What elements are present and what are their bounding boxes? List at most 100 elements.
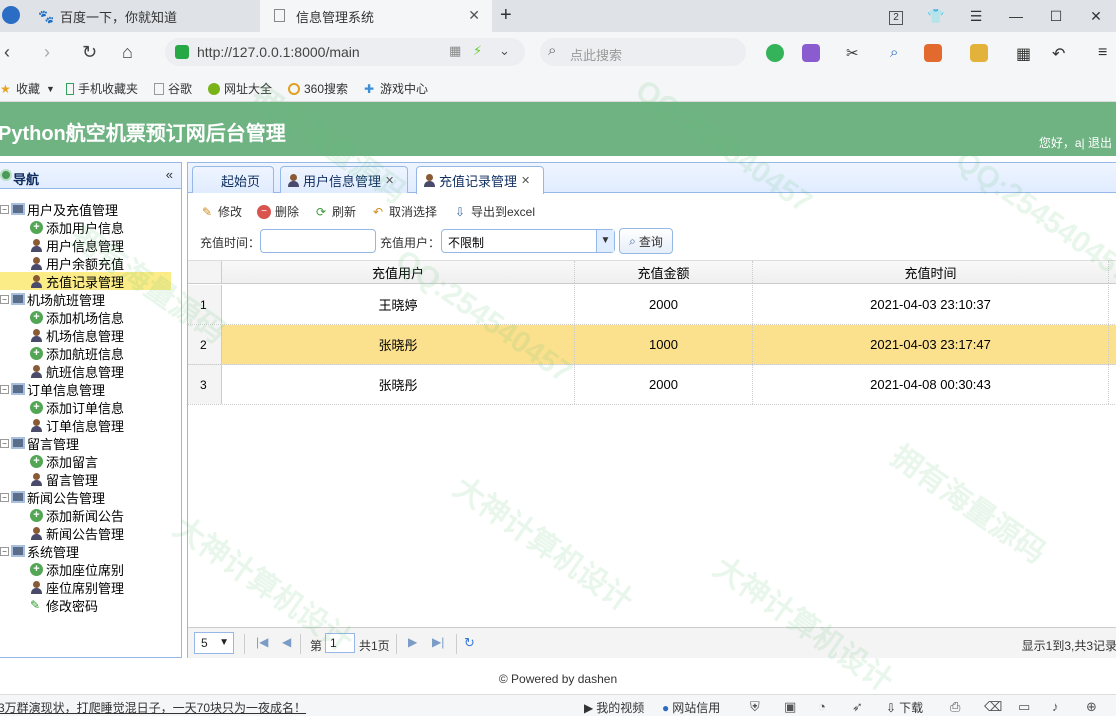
chevron-down-icon[interactable]: ⌄ [499,43,510,59]
nav-group[interactable]: − 系统管理 [0,542,79,560]
search-box[interactable]: ⌕ 点此搜索 [540,38,746,66]
collapse-icon[interactable]: − [0,384,9,394]
nav-item[interactable]: 用户信息管理 [30,236,124,254]
nav-item[interactable]: 座位席别管理 [30,578,124,596]
maximize-button[interactable]: ☐ [1036,8,1076,25]
zoom-icon[interactable]: ⊕ [1086,699,1097,715]
bookmark-games[interactable]: ✚ 游戏中心 [364,80,428,97]
shield-extension-icon[interactable] [970,44,988,62]
site-credit-link[interactable]: ● 网站信用 [662,699,720,716]
undo-icon[interactable]: ↶ [1052,44,1070,63]
news-link[interactable]: 3万群演现状，打爬睡觉混日子，一天70块只为一夜成名！ [0,699,306,716]
tab-user-info[interactable]: 用户信息管理 ✕ [280,166,408,193]
chevron-down-icon[interactable]: ▼ [596,230,614,252]
last-page-icon[interactable]: ▶| [432,635,444,649]
nav-item[interactable]: ✎ 修改密码 [30,596,98,614]
shield-icon[interactable]: ⛨ [750,699,760,715]
nav-item[interactable]: + 添加用户信息 [30,218,124,236]
nav-item[interactable]: 充值记录管理 [0,272,171,290]
menu-lines-icon[interactable]: ☰ [956,8,996,25]
shirt-icon[interactable]: 👕 [916,8,956,25]
lightning-icon[interactable]: ⚡ [473,43,482,59]
close-icon[interactable]: ✕ [385,174,394,187]
download-link[interactable]: ⇩ 下载 [886,699,923,716]
bookmark-hao123[interactable]: 网址大全 [208,80,272,97]
prev-page-icon[interactable]: ◀ [282,635,291,649]
new-tab-button[interactable]: + [500,4,512,27]
next-page-icon[interactable]: ▶ [408,635,417,649]
collapse-icon[interactable]: − [0,294,9,304]
reload-button[interactable]: ↻ [82,42,97,63]
forward-button[interactable]: › [44,42,50,63]
printer-icon[interactable]: ⎙ [950,699,960,715]
more-menu-icon[interactable]: ≡ [1098,44,1116,62]
bookmark-mobile[interactable]: 手机收藏夹 [66,80,138,97]
translate-icon[interactable] [802,44,820,62]
image-icon[interactable]: ▣ [784,699,796,715]
table-row[interactable]: 2 张晓彤 1000 2021-04-03 23:17:47 [188,325,1116,365]
collapse-icon[interactable]: − [0,492,9,502]
page-size-select[interactable]: 5 ▼ [194,632,234,654]
cleanup-icon[interactable]: ⌫ [984,699,1002,715]
nav-item[interactable]: + 添加订单信息 [30,398,124,416]
scissors-icon[interactable]: ✂ [846,44,864,62]
rocket-icon[interactable]: ➶ [852,699,863,715]
nav-item[interactable]: + 添加航班信息 [30,344,124,362]
nav-item[interactable]: 订单信息管理 [30,416,124,434]
nav-item[interactable]: + 添加留言 [30,452,98,470]
tab-count-badge[interactable]: 2 [876,7,916,25]
speed-icon[interactable]: ◔ [818,699,826,714]
nav-item[interactable]: + 添加机场信息 [30,308,124,326]
window-icon[interactable]: ▭ [1018,699,1030,715]
home-button[interactable]: ⌂ [122,42,133,63]
gamepad-icon[interactable] [924,44,942,62]
close-icon[interactable]: ✕ [521,174,530,187]
bookmark-360search[interactable]: 360搜索 [288,80,348,97]
refresh-icon[interactable]: ↻ [464,635,475,651]
first-page-icon[interactable]: |◀ [256,635,268,649]
url-field[interactable]: http://127.0.0.1:8000/main ▦ ⚡ ⌄ [165,38,525,66]
back-button[interactable]: ‹ [4,42,10,63]
nav-group[interactable]: − 用户及充值管理 [0,200,118,218]
green-extension-icon[interactable] [766,44,784,62]
delete-button[interactable]: − 删除 [257,203,299,220]
recharge-time-input[interactable] [260,229,376,253]
tab-start-page[interactable]: 起始页 [192,166,274,193]
query-button[interactable]: ⌕ 查询 [619,228,673,254]
collapse-icon[interactable]: − [0,438,9,448]
nav-item[interactable]: 机场信息管理 [30,326,124,344]
browser-tab-baidu[interactable]: 🐾 百度一下，你就知道 [24,0,260,32]
tab-recharge-records[interactable]: 充值记录管理 ✕ [416,166,544,194]
qr-code-icon[interactable]: ▦ [449,43,461,59]
bookmark-favorites[interactable]: ★ 收藏 ▼ [0,80,55,97]
page-number-input[interactable]: 1 [325,633,355,653]
nav-group[interactable]: − 新闻公告管理 [0,488,105,506]
column-header-time[interactable]: 充值时间 [753,261,1109,283]
collapse-icon[interactable]: − [0,204,9,214]
collapse-icon[interactable]: − [0,546,9,556]
bookmark-google[interactable]: 谷歌 [154,80,192,97]
nav-item[interactable]: 新闻公告管理 [30,524,124,542]
nav-item[interactable]: + 添加新闻公告 [30,506,124,524]
close-icon[interactable]: ✕ [468,7,480,24]
edit-button[interactable]: ✎ 修改 [200,203,242,220]
nav-group[interactable]: − 订单信息管理 [0,380,105,398]
nav-item[interactable]: + 添加座位席别 [30,560,124,578]
collapse-left-icon[interactable]: « [166,167,173,182]
magnifier-icon[interactable]: ⌕ [890,44,908,62]
cancel-select-button[interactable]: ↶ 取消选择 [371,203,437,220]
table-row[interactable]: 1 王晓婷 2000 2021-04-03 23:10:37 [188,285,1116,325]
nav-group[interactable]: − 留言管理 [0,434,79,452]
nav-group[interactable]: − 机场航班管理 [0,290,105,308]
browser-menu-icon[interactable] [2,6,20,24]
nav-item[interactable]: 留言管理 [30,470,98,488]
refresh-button[interactable]: ⟳ 刷新 [314,203,356,220]
close-window-button[interactable]: ✕ [1076,8,1116,25]
nav-item[interactable]: 航班信息管理 [30,362,124,380]
column-header-user[interactable]: 充值用户 [222,261,575,283]
sound-icon[interactable]: ♪ [1052,699,1059,714]
minimize-button[interactable]: — [996,8,1036,24]
table-row[interactable]: 3 张晓彤 2000 2021-04-08 00:30:43 [188,365,1116,405]
grid-apps-icon[interactable]: ▦ [1016,44,1034,63]
my-video-link[interactable]: ▶ 我的视频 [584,699,644,716]
